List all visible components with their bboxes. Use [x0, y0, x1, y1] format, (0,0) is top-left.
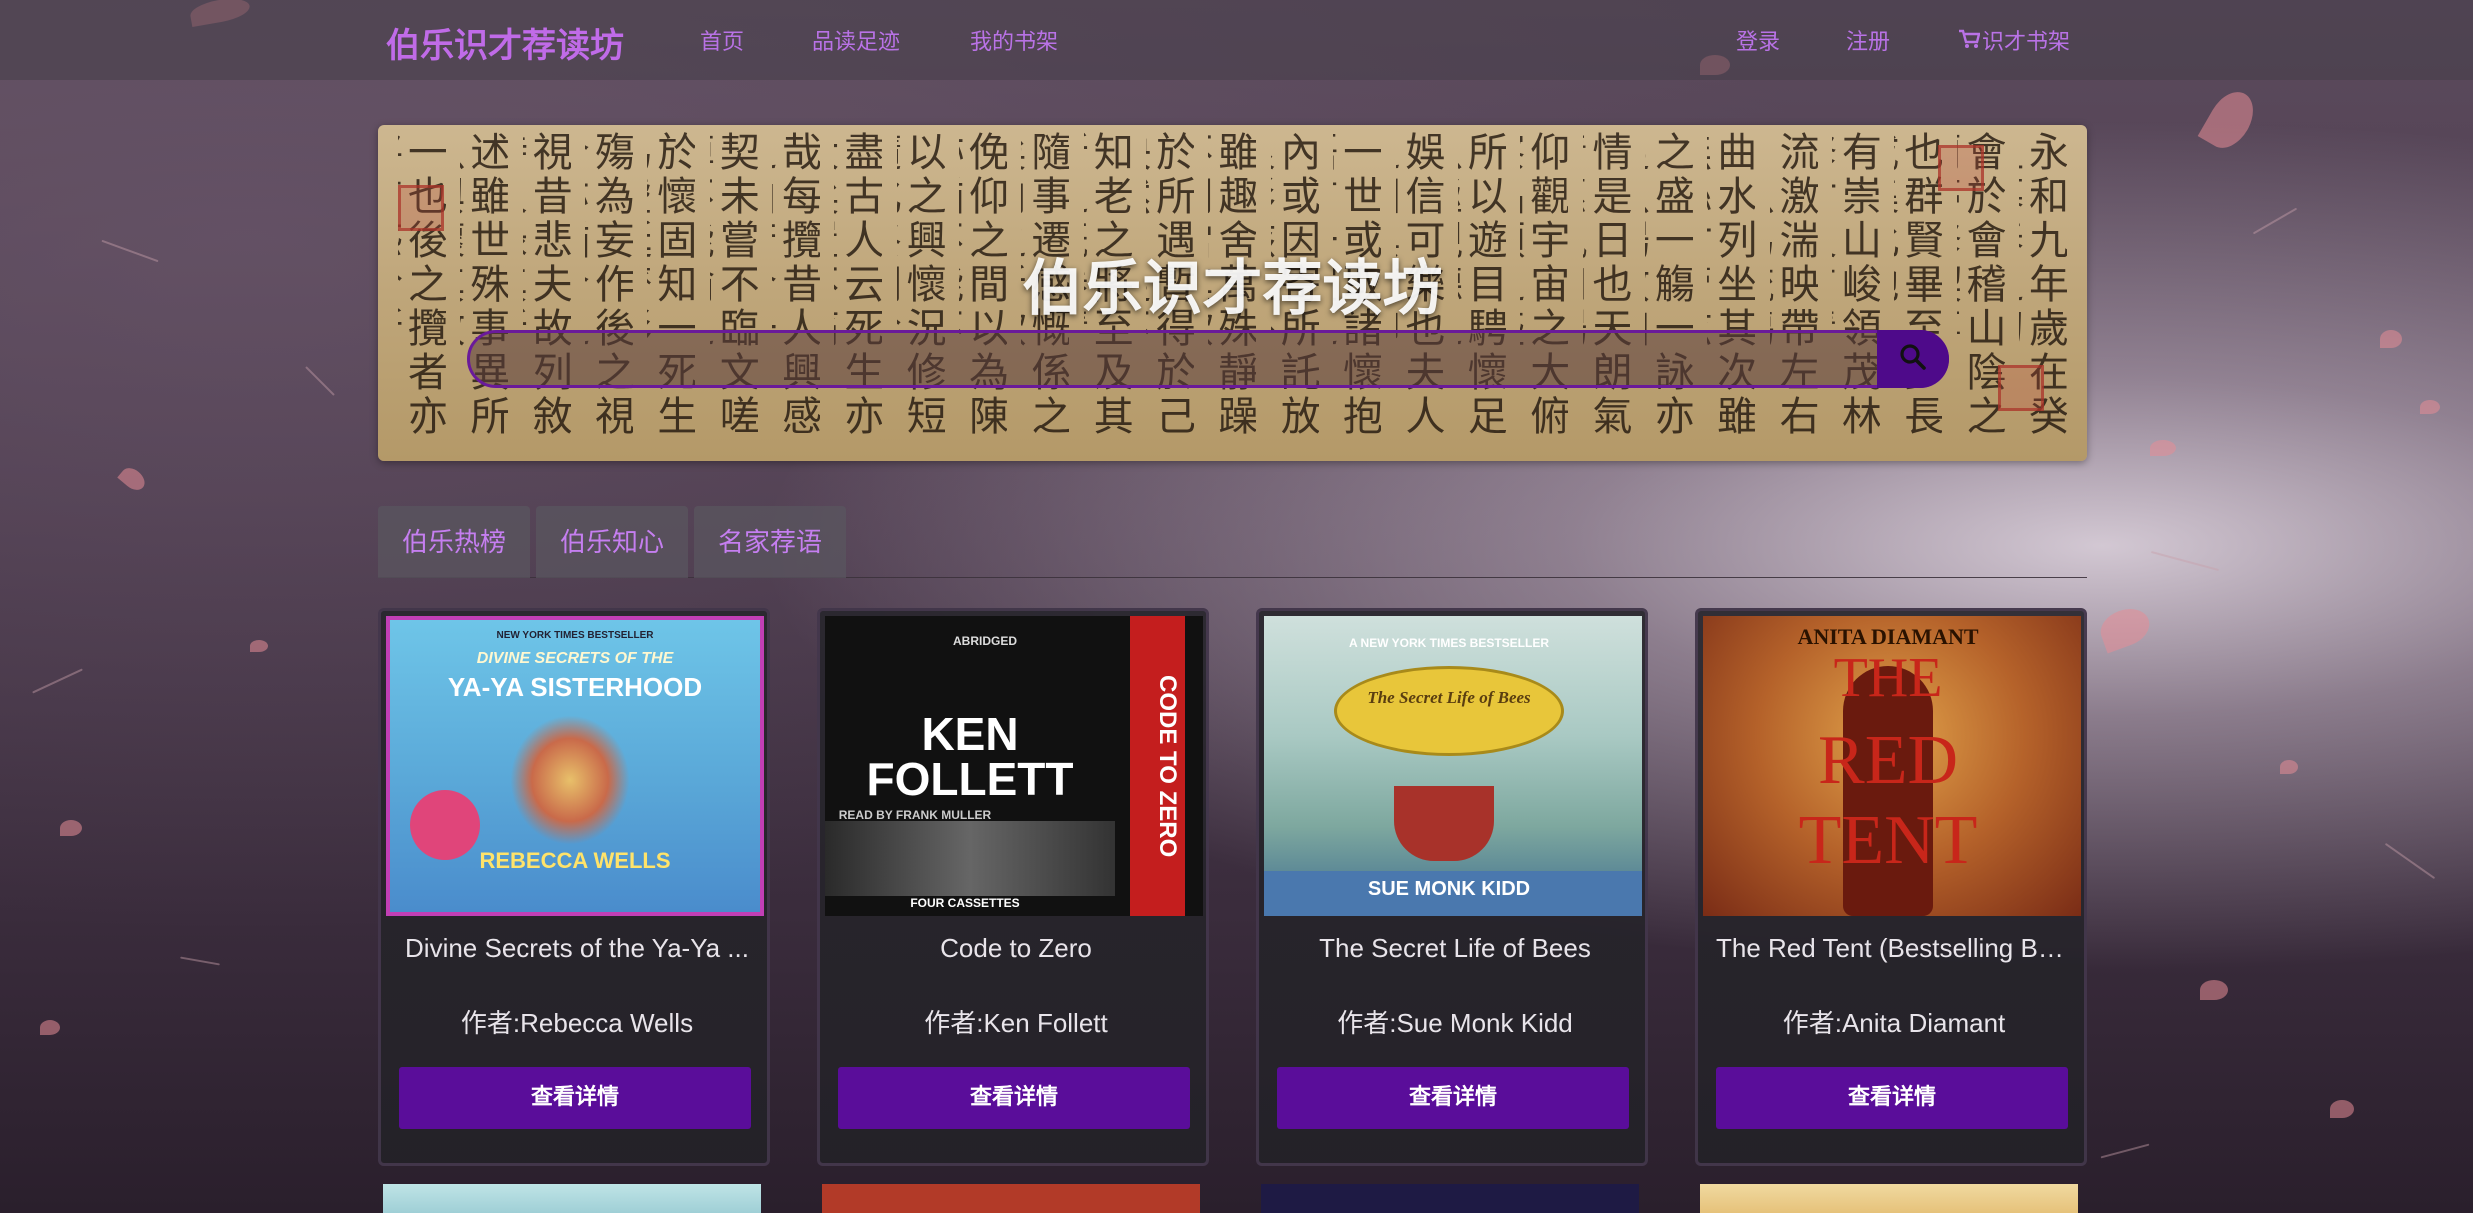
search-icon [1898, 342, 1928, 376]
cover-title-line2: YA-YA SISTERHOOD [447, 672, 703, 702]
cart-icon [1958, 29, 1981, 55]
nav-reading-history[interactable]: 品读足迹 [812, 24, 900, 56]
cover-badge: A NEW YORK TIMES BESTSELLER [1348, 636, 1549, 650]
book-title[interactable]: Divine Secrets of the Ya-Ya ... [399, 933, 755, 964]
cover-title-line1: THE [1833, 647, 1943, 709]
tab-recommend[interactable]: 伯乐知心 [536, 506, 689, 578]
view-details-button[interactable]: 查看详情 [1716, 1067, 2068, 1129]
nav-home[interactable]: 首页 [700, 24, 744, 56]
book-card: NEW YORK TIMES BESTSELLER DIVINE SECRETS… [378, 608, 770, 1166]
book-title[interactable]: The Secret Life of Bees [1277, 933, 1633, 964]
search-bar [467, 330, 1949, 388]
cover-title-line2: RED [1818, 722, 1958, 799]
cover-badge: NEW YORK TIMES BESTSELLER [496, 630, 654, 641]
book-cover[interactable]: ANITA DIAMANT THE RED TENT [1703, 616, 2081, 916]
cover-reader: READ BY FRANK MULLER [838, 808, 992, 822]
category-tabs: 伯乐热榜 伯乐知心 名家荐语 [378, 506, 2087, 578]
view-details-button[interactable]: 查看详情 [838, 1067, 1190, 1129]
red-seal [1938, 145, 1984, 191]
book-author: 作者:Anita Diamant [1782, 1008, 2006, 1038]
view-details-button[interactable]: 查看详情 [1277, 1067, 1629, 1129]
cover-tag: ABRIDGED [952, 634, 1017, 648]
book-cover[interactable] [1700, 1184, 2078, 1213]
cover-author-last: FOLLETT [866, 753, 1074, 805]
brand-logo[interactable]: 伯乐识才荐读坊 [386, 18, 624, 67]
cart-label: 识才书架 [1982, 30, 2071, 55]
cart-link[interactable]: 识才书架 [1958, 24, 2070, 56]
book-card: A NEW YORK TIMES BESTSELLER The Secret L… [1256, 608, 1648, 1166]
red-seal [1998, 365, 2044, 411]
search-input[interactable] [490, 341, 1870, 377]
top-navbar: 伯乐识才荐读坊 首页 品读足迹 我的书架 登录 注册 识才书架 [0, 0, 2473, 80]
nav-my-bookshelf[interactable]: 我的书架 [970, 24, 1058, 56]
cover-title: The Secret Life of Bees [1367, 688, 1531, 707]
register-link[interactable]: 注册 [1846, 24, 1890, 56]
cover-title-line3: TENT [1798, 802, 1978, 879]
book-cover[interactable]: A NEW YORK TIMES BESTSELLER The Secret L… [1264, 616, 1642, 916]
search-button[interactable] [1877, 330, 1949, 388]
view-details-button[interactable]: 查看详情 [399, 1067, 751, 1129]
tab-celebrity-picks[interactable]: 名家荐语 [694, 506, 847, 578]
book-author: 作者:Ken Follett [924, 1008, 1108, 1038]
book-cover[interactable] [822, 1184, 1200, 1213]
cover-author-first: KEN [921, 708, 1019, 760]
book-cover[interactable] [1261, 1184, 1639, 1213]
cover-bottom-text: FOUR CASSETTES [910, 896, 1020, 910]
book-title[interactable]: The Red Tent (Bestselling Ba... [1716, 933, 2072, 964]
login-link[interactable]: 登录 [1736, 24, 1780, 56]
book-author: 作者:Rebecca Wells [460, 1008, 694, 1038]
book-card: ABRIDGED KEN FOLLETT READ BY FRANK MULLE… [817, 608, 1209, 1166]
book-cover[interactable]: NEW YORK TIMES BESTSELLER DIVINE SECRETS… [386, 616, 764, 916]
book-author: 作者:Sue Monk Kidd [1337, 1008, 1573, 1038]
book-cover[interactable] [383, 1184, 761, 1213]
book-title[interactable]: Code to Zero [838, 933, 1194, 964]
cover-author: REBECCA WELLS [479, 848, 671, 873]
red-seal [398, 185, 444, 231]
book-card: ANITA DIAMANT THE RED TENT The Red Tent … [1695, 608, 2087, 1166]
book-cover[interactable]: ABRIDGED KEN FOLLETT READ BY FRANK MULLE… [825, 616, 1203, 916]
cover-author: SUE MONK KIDD [1367, 878, 1531, 900]
hero-banner: 永和九年歲在癸丑暮春之初會於會稽山陰之蘭亭修禊事也群賢畢至少長咸集此地有崇山峻領… [378, 125, 2087, 461]
tab-hot-list[interactable]: 伯乐热榜 [378, 506, 531, 578]
cover-side-title: CODE TO ZERO [1154, 674, 1181, 858]
cover-title-line1: DIVINE SECRETS OF THE [476, 650, 674, 667]
banner-title: 伯乐识才荐读坊 [1022, 254, 1443, 324]
